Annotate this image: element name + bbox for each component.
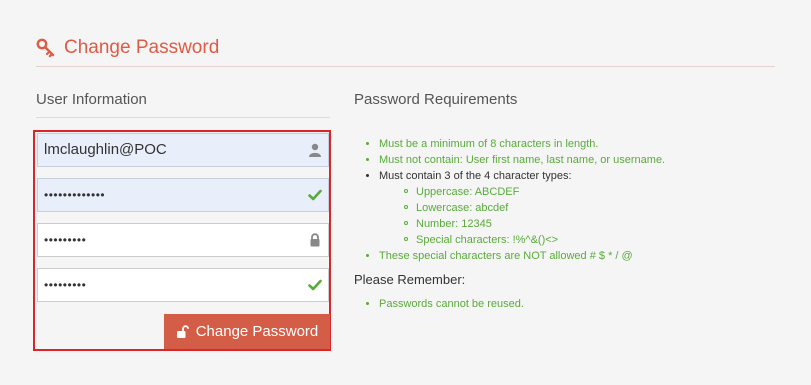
- current-password-field[interactable]: •••••••••••••: [37, 178, 329, 212]
- password-requirements-title: Password Requirements: [354, 91, 518, 108]
- character-types-list: Uppercase: ABCDEF Lowercase: abcdef Numb…: [379, 184, 665, 248]
- check-icon: [308, 278, 322, 292]
- check-icon: [308, 188, 322, 202]
- confirm-password-field[interactable]: •••••••••: [37, 268, 329, 302]
- remember-list: Passwords cannot be reused.: [366, 296, 524, 312]
- change-password-button[interactable]: Change Password: [164, 314, 330, 349]
- list-item-label: Must contain 3 of the 4 character types:: [379, 170, 572, 182]
- unlock-icon: [176, 324, 190, 339]
- user-information-title: User Information: [36, 91, 147, 108]
- username-value: lmclaughlin@POC: [44, 141, 167, 158]
- current-password-value: •••••••••••••: [44, 188, 106, 202]
- page-title: Change Password: [64, 37, 220, 58]
- list-item: Must contain 3 of the 4 character types:…: [366, 168, 665, 248]
- new-password-field[interactable]: •••••••••: [37, 223, 329, 257]
- list-item: Passwords cannot be reused.: [366, 296, 524, 312]
- new-password-value: •••••••••: [44, 233, 87, 247]
- key-icon: [36, 38, 56, 58]
- list-item: Uppercase: ABCDEF: [404, 184, 665, 200]
- list-item: Must not contain: User first name, last …: [366, 152, 665, 168]
- list-item: Special characters: !%^&()<>: [404, 232, 665, 248]
- remember-title: Please Remember:: [354, 272, 466, 287]
- username-field[interactable]: lmclaughlin@POC: [37, 133, 329, 167]
- lock-icon: [308, 233, 322, 247]
- header-divider: [36, 66, 775, 67]
- list-item: Lowercase: abcdef: [404, 200, 665, 216]
- user-icon: [308, 143, 322, 157]
- page-header: Change Password: [36, 36, 219, 60]
- change-password-button-label: Change Password: [195, 323, 319, 340]
- list-item: Number: 12345: [404, 216, 665, 232]
- list-item: These special characters are NOT allowed…: [366, 248, 665, 264]
- list-item: Must be a minimum of 8 characters in len…: [366, 136, 665, 152]
- confirm-password-value: •••••••••: [44, 278, 87, 292]
- requirements-list: Must be a minimum of 8 characters in len…: [366, 136, 665, 264]
- user-information-divider: [36, 117, 330, 118]
